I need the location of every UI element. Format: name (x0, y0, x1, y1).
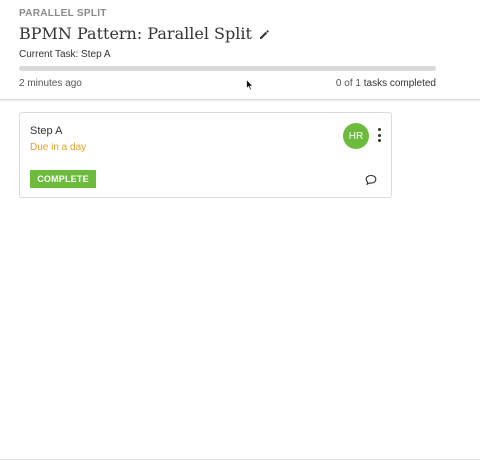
comment-icon[interactable] (365, 173, 377, 186)
tasks-count-suffix: tasks completed (363, 78, 436, 89)
page-title: BPMN Pattern: Parallel Split (19, 24, 252, 43)
header-divider (0, 99, 480, 102)
mouse-pointer-icon (246, 78, 254, 91)
menu-dot (377, 128, 381, 131)
process-category-label: PARALLEL SPLIT (19, 8, 107, 19)
avatar[interactable]: HR (343, 123, 369, 149)
title-row: BPMN Pattern: Parallel Split (19, 24, 270, 43)
task-card[interactable]: Step A Due in a day HR COMPLETE (19, 112, 392, 198)
current-task-label: Current Task: Step A (19, 49, 111, 60)
progress-bar (19, 66, 436, 71)
timestamp: 2 minutes ago (19, 78, 82, 89)
menu-dot (377, 133, 381, 137)
due-date: Due in a day (30, 142, 87, 153)
task-title[interactable]: Step A (30, 125, 62, 137)
menu-dot (377, 139, 381, 142)
tasks-count: 0 of 1 (335, 78, 361, 89)
pencil-icon[interactable] (258, 28, 270, 40)
more-vertical-icon[interactable] (375, 126, 383, 144)
tasks-completed-count: 0 of 1 tasks completed (336, 78, 436, 89)
complete-button[interactable]: COMPLETE (30, 170, 96, 188)
process-header: PARALLEL SPLIT BPMN Pattern: Parallel Sp… (0, 0, 480, 101)
